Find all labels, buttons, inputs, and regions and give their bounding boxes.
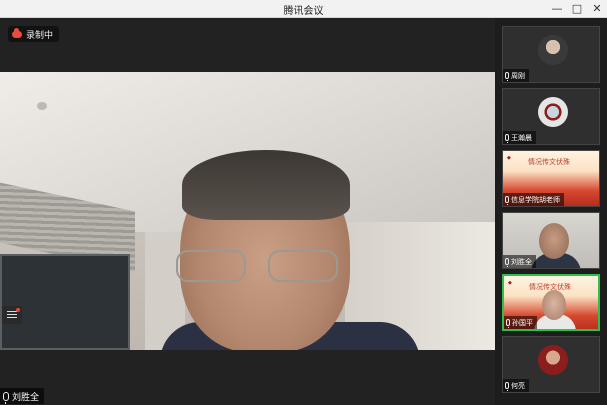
minimize-button[interactable]: — xyxy=(548,1,566,17)
close-button[interactable]: ✕ xyxy=(588,1,606,17)
notification-dot-icon xyxy=(16,308,20,312)
participant-tile[interactable]: 何亮 xyxy=(502,336,600,393)
microphone-icon xyxy=(505,382,509,391)
participant-name: 王瀚晨 xyxy=(511,133,532,142)
participant-tile[interactable]: 周刚 xyxy=(502,26,600,83)
list-icon xyxy=(7,311,17,319)
participant-avatar xyxy=(538,97,568,127)
participant-name: 孙国平 xyxy=(512,318,533,327)
participant-name: 信息学院胡老师 xyxy=(511,195,560,204)
participant-tile[interactable]: ◆ 情况传文伏殊 信息学院胡老师 xyxy=(502,150,600,207)
microphone-icon xyxy=(505,258,509,267)
participant-avatar xyxy=(538,35,568,65)
participant-name: 刘胜全 xyxy=(511,257,532,266)
microphone-icon xyxy=(505,134,509,143)
participant-tile[interactable]: 王瀚晨 xyxy=(502,88,600,145)
microphone-icon xyxy=(505,196,509,205)
participant-tile[interactable]: 刘胜全 xyxy=(502,212,600,269)
university-logo-icon: ◆ xyxy=(508,280,512,286)
participant-panel: 周刚 王瀚晨 ◆ 情况传文伏殊 信息学院胡老师 刘胜全 ◆ 情况传文伏殊 孙国平… xyxy=(497,18,607,405)
chat-list-button[interactable] xyxy=(2,306,22,324)
recording-label: 录制中 xyxy=(26,30,54,41)
main-speaker-label: 刘胜全 xyxy=(0,388,45,404)
participant-tile-speaking[interactable]: ◆ 情况传文伏殊 孙国平 xyxy=(502,274,600,331)
main-speaker-name: 刘胜全 xyxy=(12,392,40,403)
wall-tv xyxy=(0,254,130,350)
smoke-detector xyxy=(37,102,47,110)
maximize-button[interactable]: □ xyxy=(568,1,586,17)
speaker-glasses xyxy=(176,250,344,284)
microphone-icon xyxy=(506,319,510,328)
cloud-record-icon xyxy=(12,27,22,38)
participant-name: 周刚 xyxy=(511,71,525,80)
university-logo-icon: ◆ xyxy=(507,155,511,161)
main-video xyxy=(0,72,495,350)
window-title: 腾讯会议 xyxy=(283,6,324,17)
recording-indicator[interactable]: 录制中 xyxy=(8,26,60,42)
participant-name: 何亮 xyxy=(511,381,525,390)
speaker-hair xyxy=(182,150,350,220)
microphone-icon xyxy=(3,391,9,404)
microphone-icon xyxy=(505,72,509,81)
poster-text: 情况传文伏殊 xyxy=(528,158,570,166)
title-bar: 腾讯会议 — □ ✕ xyxy=(0,0,607,18)
participant-avatar xyxy=(538,345,568,375)
